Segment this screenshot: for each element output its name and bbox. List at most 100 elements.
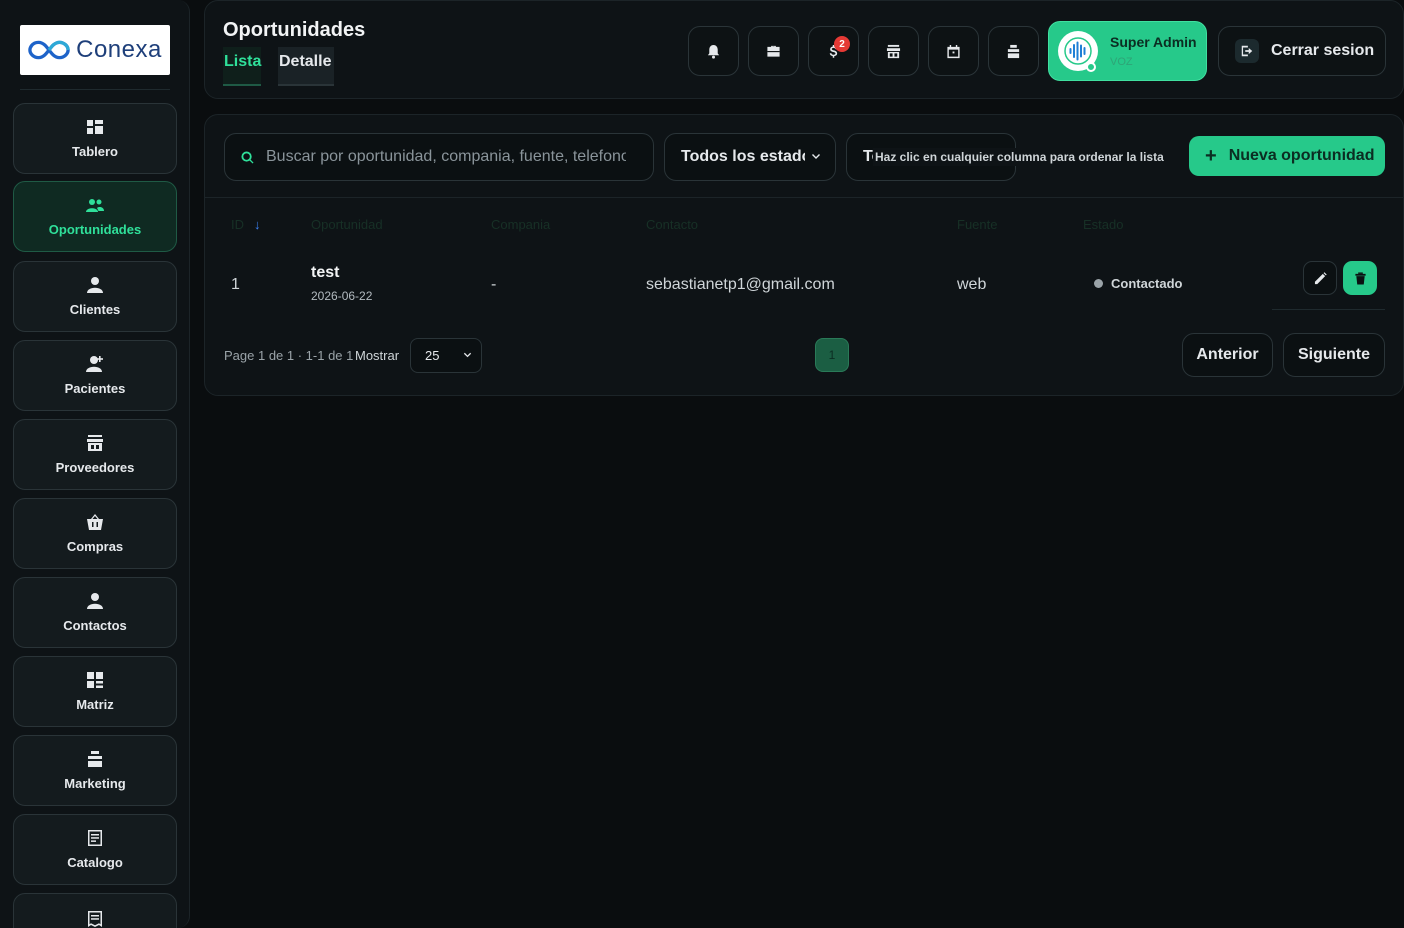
- chevron-down-icon: [812, 154, 820, 159]
- receipt-icon: [86, 910, 104, 928]
- pagination-info: Page 1 de 1 · 1-1 de 1: [224, 348, 354, 363]
- column-header-fuente[interactable]: Fuente: [957, 217, 997, 232]
- logout-icon: [1235, 39, 1259, 63]
- column-header-compania[interactable]: Compania: [491, 217, 550, 232]
- cell-company: -: [491, 276, 497, 293]
- chevron-down-icon: [463, 352, 472, 358]
- top-header: Oportunidades Lista Detalle 2 Super Admi…: [204, 0, 1404, 99]
- tab-detalle[interactable]: Detalle: [278, 47, 334, 86]
- store-button[interactable]: [868, 26, 919, 76]
- status-filter-value: Todos los estados: [681, 148, 805, 165]
- online-status-dot: [1086, 62, 1096, 72]
- stack-button[interactable]: [988, 26, 1039, 76]
- person-icon: [86, 276, 104, 294]
- user-role: VOZ: [1110, 56, 1133, 68]
- infinity-logo-icon: [28, 40, 70, 60]
- sidebar-item-label: Marketing: [64, 776, 126, 791]
- previous-page-button[interactable]: Anterior: [1182, 333, 1273, 377]
- person-add-icon: [86, 355, 104, 373]
- sidebar-item-label: Tablero: [72, 144, 118, 159]
- store-icon: [886, 44, 901, 58]
- search-icon: [241, 150, 254, 164]
- stack-icon: [86, 750, 104, 768]
- notification-badge: 2: [834, 36, 850, 52]
- notifications-button[interactable]: [688, 26, 739, 76]
- sidebar-item-label: Matriz: [76, 697, 114, 712]
- sidebar-item-label: Pacientes: [64, 381, 126, 396]
- search-input[interactable]: [266, 148, 626, 166]
- page-size-label: Mostrar: [355, 348, 400, 363]
- sort-tooltip: Haz clic en cualquier columna para orden…: [873, 148, 1166, 166]
- cell-source: web: [957, 276, 987, 293]
- sidebar: Conexa Tablero Oportunidades Clientes Pa…: [0, 0, 190, 928]
- sidebar-item-label: Compras: [66, 539, 124, 554]
- cell-opportunity-name[interactable]: test: [311, 264, 339, 282]
- column-header-id[interactable]: ID ↓: [231, 217, 261, 232]
- cell-opportunity-date: 2026-06-22: [311, 289, 373, 303]
- search-box[interactable]: [224, 133, 654, 181]
- opportunities-panel: Todos los estados Todas Haz clic en cual…: [204, 114, 1404, 396]
- cell-id: 1: [231, 276, 240, 293]
- list-icon: [86, 829, 104, 847]
- next-page-button[interactable]: Siguiente: [1283, 333, 1385, 377]
- sidebar-item-clientes[interactable]: Clientes: [13, 261, 177, 332]
- brand-name: Conexa: [76, 36, 162, 63]
- divider: [205, 197, 1403, 198]
- sidebar-item-pacientes[interactable]: Pacientes: [13, 340, 177, 411]
- delete-button[interactable]: [1343, 261, 1377, 295]
- sidebar-item-label: Catalogo: [67, 855, 123, 870]
- grid-icon: [86, 671, 104, 689]
- page-size-value: 25: [425, 348, 440, 363]
- tab-lista[interactable]: Lista: [223, 47, 261, 86]
- plus-icon: +: [1205, 145, 1217, 167]
- edit-button[interactable]: [1303, 261, 1337, 295]
- new-opportunity-label: Nueva oportunidad: [1228, 147, 1375, 164]
- cell-contact: sebastianetp1@gmail.com: [646, 276, 835, 293]
- sidebar-item-more[interactable]: [13, 893, 177, 928]
- brand-logo[interactable]: Conexa: [20, 25, 170, 75]
- page-size-select[interactable]: 25: [410, 338, 482, 373]
- sidebar-item-tablero[interactable]: Tablero: [13, 103, 177, 174]
- briefcase-button[interactable]: [748, 26, 799, 76]
- sidebar-item-label: Contactos: [63, 618, 127, 633]
- sidebar-item-oportunidades[interactable]: Oportunidades: [13, 181, 177, 252]
- column-header-contacto[interactable]: Contacto: [646, 217, 698, 232]
- column-header-estado[interactable]: Estado: [1083, 217, 1123, 232]
- sidebar-item-label: Proveedores: [55, 460, 135, 475]
- logout-label: Cerrar sesion: [1271, 42, 1375, 59]
- bell-icon: [707, 44, 720, 59]
- dashboard-icon: [86, 118, 104, 136]
- sidebar-item-proveedores[interactable]: Proveedores: [13, 419, 177, 490]
- person-icon: [86, 592, 104, 610]
- voice-wave-icon: [1064, 37, 1092, 65]
- sidebar-item-label: Clientes: [69, 302, 121, 317]
- divider: [1272, 309, 1385, 310]
- sidebar-item-matriz[interactable]: Matriz: [13, 656, 177, 727]
- calendar-button[interactable]: [928, 26, 979, 76]
- sidebar-item-label: Oportunidades: [48, 222, 142, 237]
- sidebar-item-contactos[interactable]: Contactos: [13, 577, 177, 648]
- briefcase-icon: [767, 45, 780, 57]
- stack-icon: [1007, 44, 1020, 58]
- calendar-icon: [947, 44, 960, 58]
- status-dot: [1094, 279, 1103, 288]
- logout-button[interactable]: Cerrar sesion: [1218, 26, 1386, 76]
- finance-button[interactable]: 2: [808, 26, 859, 76]
- pencil-icon: [1314, 271, 1327, 284]
- status-label: Contactado: [1111, 276, 1183, 291]
- user-profile-card[interactable]: Super Admin VOZ: [1048, 21, 1207, 81]
- sidebar-item-compras[interactable]: Compras: [13, 498, 177, 569]
- divider: [20, 89, 170, 90]
- user-name: Super Admin: [1110, 34, 1197, 50]
- column-header-oportunidad[interactable]: Oportunidad: [311, 217, 383, 232]
- sidebar-item-marketing[interactable]: Marketing: [13, 735, 177, 806]
- sidebar-item-catalogo[interactable]: Catalogo: [13, 814, 177, 885]
- page-number-button[interactable]: 1: [815, 338, 849, 372]
- status-filter-select[interactable]: Todos los estados: [664, 133, 836, 181]
- store-icon: [86, 434, 104, 452]
- new-opportunity-button[interactable]: + Nueva oportunidad: [1189, 136, 1385, 176]
- sort-arrow-icon: ↓: [254, 217, 261, 232]
- status-badge: Contactado: [1094, 276, 1183, 291]
- page-title: Oportunidades: [223, 19, 366, 41]
- trash-icon: [1354, 271, 1366, 285]
